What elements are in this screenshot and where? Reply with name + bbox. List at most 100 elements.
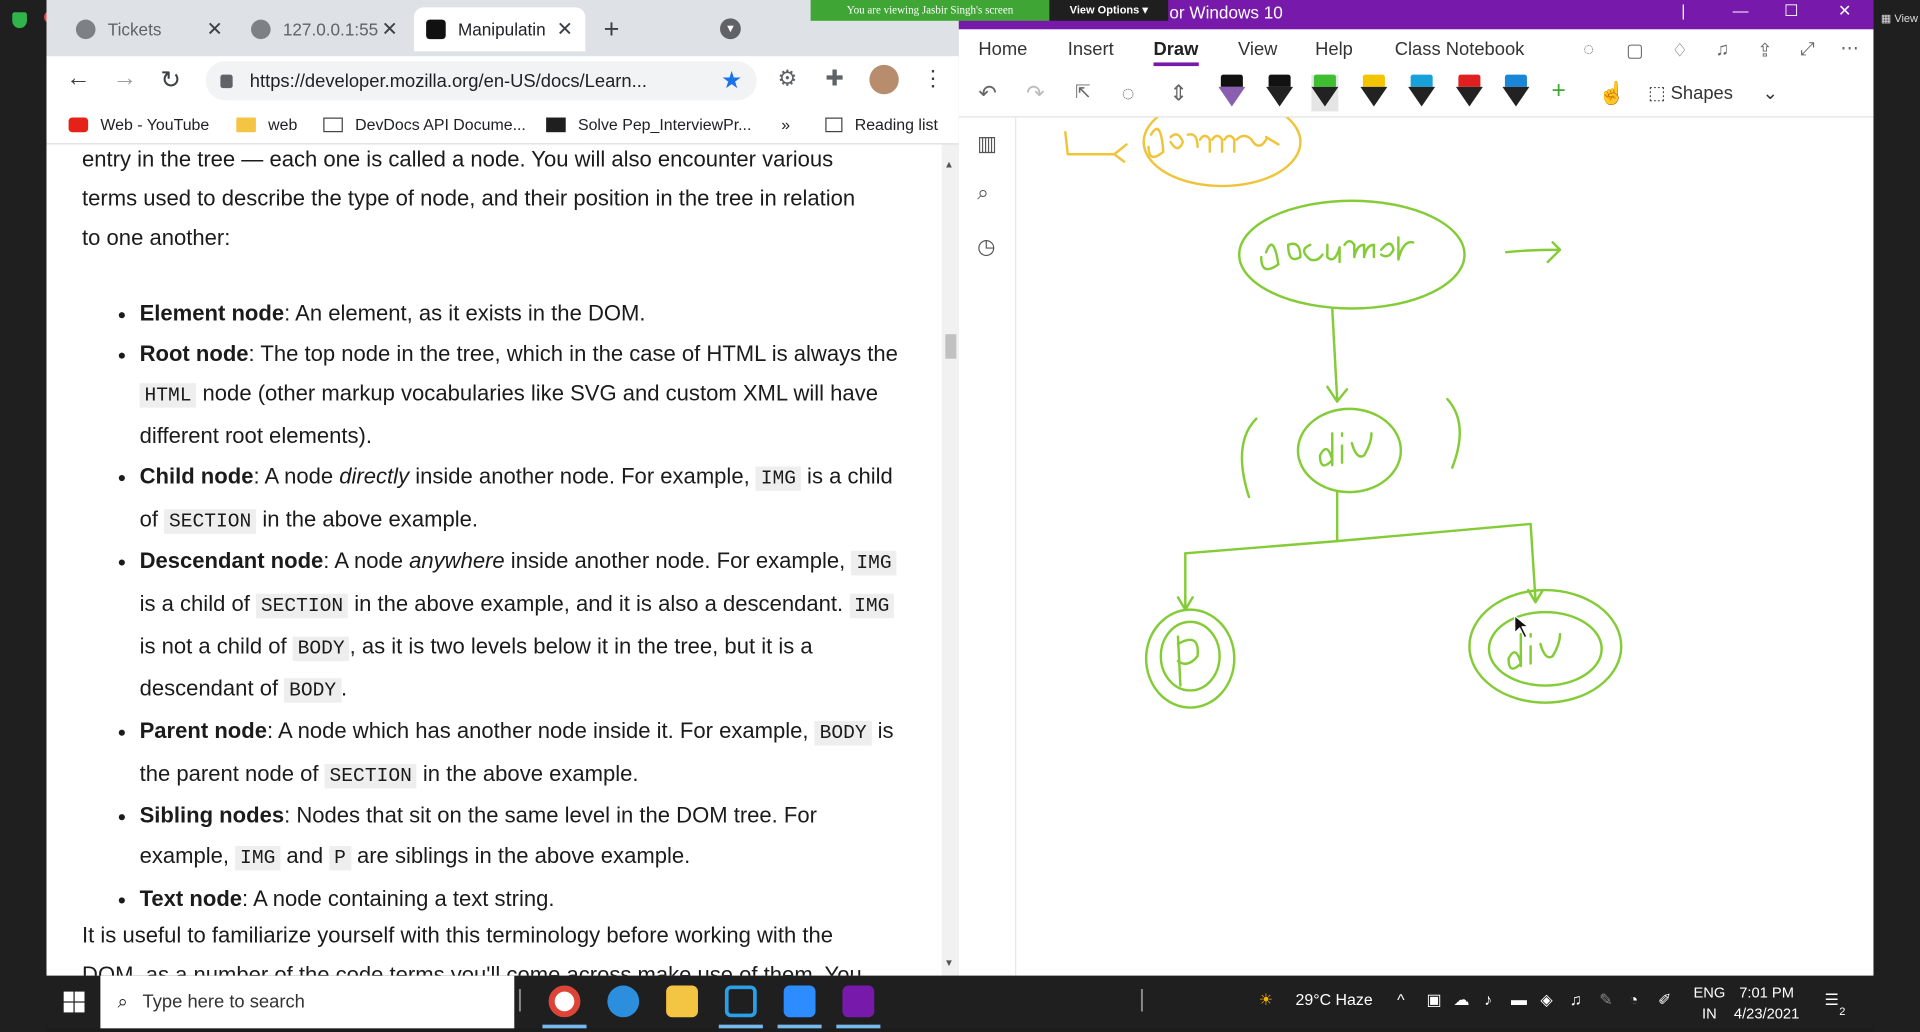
scroll-thumb[interactable]: [945, 334, 957, 359]
notebooks-library-icon[interactable]: ▥: [977, 132, 997, 156]
page-scrollbar[interactable]: ▲ ▼: [941, 144, 959, 976]
security-icon[interactable]: ◈: [1540, 990, 1552, 1010]
extension-gear-icon[interactable]: ⚙: [778, 66, 798, 92]
pen-tray-icon[interactable]: ✎: [1599, 990, 1612, 1010]
type-select-icon[interactable]: ⇱: [1075, 81, 1090, 103]
shield-icon: [12, 12, 27, 29]
div-node-ellipse: [1296, 407, 1403, 494]
separator: |: [1681, 1, 1686, 20]
edge-app-icon[interactable]: [607, 985, 640, 1018]
lasso-select-icon[interactable]: ◌: [1122, 81, 1135, 107]
maximize-icon[interactable]: ☐: [1784, 1, 1798, 21]
scroll-up-icon[interactable]: ▲: [944, 159, 954, 170]
battery-icon[interactable]: ▬: [1511, 990, 1527, 1008]
onenote-app-icon[interactable]: [842, 985, 875, 1018]
forward-icon[interactable]: →: [113, 65, 137, 93]
menu-home[interactable]: Home: [978, 39, 1027, 60]
volume-icon[interactable]: ♫: [1570, 990, 1582, 1008]
globe-icon: [251, 19, 271, 40]
pen-yellow[interactable]: [1360, 74, 1388, 112]
address-bar[interactable]: https://developer.mozilla.org/en-US/docs…: [205, 61, 757, 101]
intro-line: terms used to describe the type of node,…: [82, 186, 856, 211]
new-tab-icon[interactable]: +: [604, 13, 620, 45]
bookmark-youtube[interactable]: Web - YouTube: [68, 115, 210, 133]
tab-manipulating[interactable]: Manipulatin ✕: [413, 7, 586, 52]
pen-workspace-icon[interactable]: ✐: [1658, 990, 1671, 1010]
lock-icon: [220, 74, 233, 88]
sync-icon[interactable]: ◌: [1583, 39, 1594, 60]
list-item: Text node: A node containing a text stri…: [140, 879, 911, 919]
reload-icon[interactable]: ↻: [160, 65, 181, 96]
bookmark-star-icon[interactable]: ★: [721, 67, 742, 95]
microphone-icon[interactable]: ♪: [1484, 990, 1492, 1008]
tab-localhost[interactable]: 127.0.0.1:55 ✕: [239, 7, 410, 51]
close-window-icon[interactable]: ✕: [1838, 1, 1851, 21]
zoom-view-label[interactable]: ▦ View: [1881, 12, 1918, 25]
profile-avatar[interactable]: [869, 64, 899, 95]
notification-center-icon[interactable]: ☰: [1825, 990, 1839, 1010]
menu-insert[interactable]: Insert: [1068, 39, 1114, 60]
menu-view[interactable]: View: [1238, 39, 1277, 60]
undo-icon[interactable]: ↶: [978, 81, 996, 107]
devdocs-icon: [323, 116, 343, 132]
vscode-app-icon[interactable]: [724, 985, 757, 1018]
fullscreen-icon[interactable]: ⤢: [1800, 39, 1815, 60]
pen-green-selected[interactable]: [1311, 74, 1339, 112]
menu-help[interactable]: Help: [1315, 39, 1353, 60]
clock-time: 7:01 PM: [1739, 984, 1794, 1002]
window-title: or Windows 10: [1169, 2, 1283, 23]
taskbar-search[interactable]: ⌕ Type here to search: [100, 975, 515, 1029]
bookmark-interviewprep[interactable]: Solve Pep_InterviewPr...: [546, 115, 751, 133]
ink-canvas[interactable]: [1016, 96, 1874, 976]
bookmark-web-folder[interactable]: web: [236, 115, 297, 133]
shapes-button[interactable]: ⬚ Shapes ⌄: [1648, 82, 1778, 104]
touch-draw-icon[interactable]: ☝: [1598, 81, 1625, 107]
kebab-menu-icon[interactable]: ⋮: [922, 66, 944, 92]
tab-tickets[interactable]: Tickets ✕: [64, 7, 235, 51]
weather-text[interactable]: 29°C Haze: [1296, 990, 1373, 1008]
more-icon[interactable]: ⋯: [1840, 37, 1858, 59]
menu-class-notebook[interactable]: Class Notebook: [1395, 39, 1525, 60]
reading-list[interactable]: Reading list: [825, 115, 938, 133]
input-language[interactable]: ENG IN: [1693, 983, 1725, 1025]
minimize-icon[interactable]: —: [1733, 1, 1749, 19]
close-tab-icon[interactable]: ✕: [206, 17, 222, 41]
wifi-icon[interactable]: ◔: [1629, 990, 1639, 1008]
search-icon[interactable]: ⌕: [977, 181, 989, 205]
close-tab-icon[interactable]: ✕: [557, 17, 573, 41]
shapes-label: Shapes: [1670, 83, 1733, 105]
zoom-app-icon[interactable]: [783, 985, 816, 1018]
bookmark-label: DevDocs API Docume...: [355, 115, 526, 134]
tab-search-icon[interactable]: ▼: [720, 18, 741, 40]
weather-sun-icon[interactable]: ☀: [1259, 990, 1273, 1010]
recent-clock-icon[interactable]: ◷: [977, 235, 995, 259]
puzzle-extensions-icon[interactable]: ✚: [825, 66, 843, 92]
taskbar-clock[interactable]: 7:01 PM 4/23/2021: [1734, 983, 1799, 1025]
add-pen-icon[interactable]: +: [1551, 77, 1565, 105]
tray-device-icon[interactable]: ▣: [1427, 990, 1442, 1010]
onedrive-icon[interactable]: ☁: [1453, 990, 1469, 1010]
redo-icon[interactable]: ↷: [1026, 81, 1044, 107]
scroll-down-icon[interactable]: ▼: [944, 957, 954, 968]
pen-blue[interactable]: [1408, 74, 1436, 112]
notebooks-icon[interactable]: ▢: [1626, 39, 1643, 61]
back-icon[interactable]: ←: [66, 65, 90, 93]
bookmarks-overflow[interactable]: »: [781, 115, 790, 133]
pen-red[interactable]: [1455, 74, 1483, 112]
file-explorer-icon[interactable]: [666, 985, 698, 1018]
view-options-button[interactable]: View Options ▾: [1049, 0, 1169, 21]
bell-icon[interactable]: ♫: [1716, 39, 1730, 60]
right-div-handwriting: [1507, 632, 1562, 670]
bookmark-devdocs[interactable]: DevDocs API Docume...: [323, 115, 526, 133]
tray-chevron-icon[interactable]: ^: [1397, 990, 1404, 1008]
chrome-app-icon[interactable]: [548, 985, 581, 1018]
share-icon[interactable]: ⇪: [1757, 39, 1772, 61]
close-tab-icon[interactable]: ✕: [382, 17, 398, 41]
pen-black[interactable]: [1266, 74, 1294, 112]
lightbulb-icon[interactable]: ♢: [1671, 39, 1687, 61]
windows-start-icon[interactable]: [63, 991, 85, 1013]
menu-draw[interactable]: Draw: [1153, 39, 1199, 67]
highlighter-blue[interactable]: [1502, 74, 1530, 112]
pen-eraser[interactable]: [1218, 74, 1246, 112]
add-space-icon[interactable]: ⇕: [1169, 81, 1187, 107]
